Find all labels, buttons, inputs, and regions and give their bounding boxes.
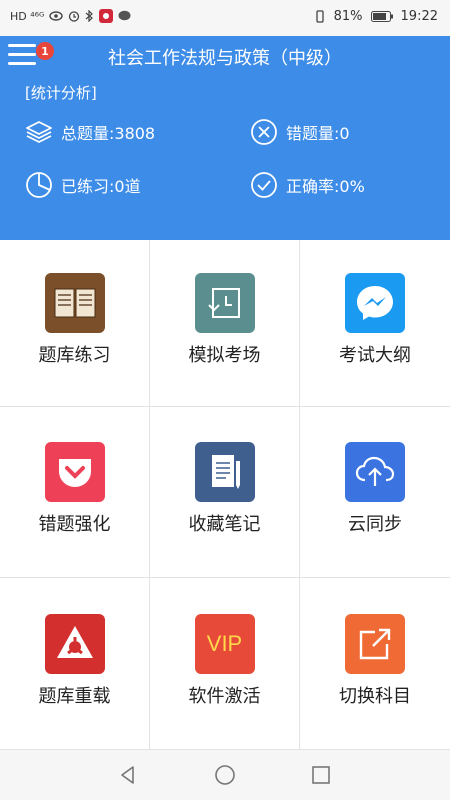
network-indicators: HD ⁴⁶ᴳ — [10, 9, 45, 23]
home-icon[interactable] — [214, 764, 236, 786]
function-grid: 题库练习 模拟考场 考试大纲 错题强化 收藏笔记 云同步 题库重载 VIP 软件… — [0, 240, 450, 750]
pocket-icon — [44, 442, 105, 502]
stat-accuracy: 正确率:0% — [250, 171, 365, 199]
header: 1 社会工作法规与政策（中级） [统计分析] 总题量:3808 错题量:0 已练… — [0, 36, 450, 240]
vip-icon: VIP — [194, 613, 255, 674]
grid-item-cloud-sync[interactable]: 云同步 — [300, 407, 450, 578]
stat-total-text: 总题量:3808 — [61, 124, 156, 143]
grid-item-label: 题库练习 — [38, 345, 111, 366]
pie-chart-icon — [26, 172, 52, 198]
messenger-icon — [345, 273, 405, 333]
note-icon — [194, 442, 255, 502]
book-icon — [44, 273, 105, 333]
vibrate-icon — [315, 10, 324, 23]
grid-item-label: 错题强化 — [38, 514, 111, 535]
clock-time: 19:22 — [400, 9, 438, 24]
eye-icon — [49, 11, 64, 21]
stat-wrong-text: 错题量:0 — [286, 124, 350, 143]
stat-practiced-text: 已练习:0道 — [61, 177, 141, 196]
status-right: 81% 19:22 — [314, 9, 438, 24]
message-icon — [118, 10, 131, 21]
grid-item-label: 切换科目 — [339, 685, 411, 707]
grid-item-question-bank[interactable]: 题库练习 — [0, 240, 150, 407]
system-nav-bar — [0, 750, 450, 800]
grid-item-label: 题库重载 — [38, 685, 111, 707]
stat-practiced: 已练习:0道 — [25, 171, 141, 199]
back-icon[interactable] — [117, 764, 139, 786]
layers-icon — [26, 121, 52, 143]
stat-wrong: 错题量:0 — [250, 118, 350, 146]
vip-text: VIP — [206, 630, 243, 656]
cloud-upload-icon — [345, 442, 405, 502]
recents-icon[interactable] — [310, 764, 332, 786]
grid-item-label: 云同步 — [348, 514, 402, 535]
bluetooth-icon — [86, 10, 94, 22]
battery-percent: 81% — [333, 9, 363, 24]
grid-item-mock-exam[interactable]: 模拟考场 — [150, 240, 300, 407]
page-title: 社会工作法规与政策（中级） — [108, 48, 342, 69]
clock-history-icon — [194, 273, 255, 333]
grid-item-label: 软件激活 — [188, 685, 261, 707]
stat-total: 总题量:3808 — [25, 118, 155, 146]
check-circle-icon — [251, 172, 277, 198]
grid-item-wrong-review[interactable]: 错题强化 — [0, 407, 150, 578]
grid-item-notes[interactable]: 收藏笔记 — [150, 407, 300, 578]
stat-accuracy-text: 正确率:0% — [286, 177, 365, 196]
grid-item-label: 模拟考场 — [188, 345, 261, 366]
grid-item-label: 收藏笔记 — [188, 514, 261, 535]
alarm-icon — [69, 11, 80, 22]
grid-item-switch-subject[interactable]: 切换科目 — [300, 578, 450, 750]
stats-label: [统计分析] — [25, 84, 97, 102]
app-notification-icon — [99, 9, 114, 23]
grid-item-syllabus[interactable]: 考试大纲 — [300, 240, 450, 407]
switch-icon — [345, 613, 405, 674]
reload-icon — [44, 613, 105, 674]
wrong-circle-icon — [251, 119, 277, 145]
battery-icon — [370, 11, 393, 22]
status-left: HD ⁴⁶ᴳ — [10, 9, 131, 23]
grid-item-activate[interactable]: VIP 软件激活 — [150, 578, 300, 750]
grid-item-label: 考试大纲 — [339, 345, 411, 366]
status-bar: HD ⁴⁶ᴳ 81% 19:22 — [0, 0, 450, 36]
grid-item-reload-bank[interactable]: 题库重载 — [0, 578, 150, 750]
